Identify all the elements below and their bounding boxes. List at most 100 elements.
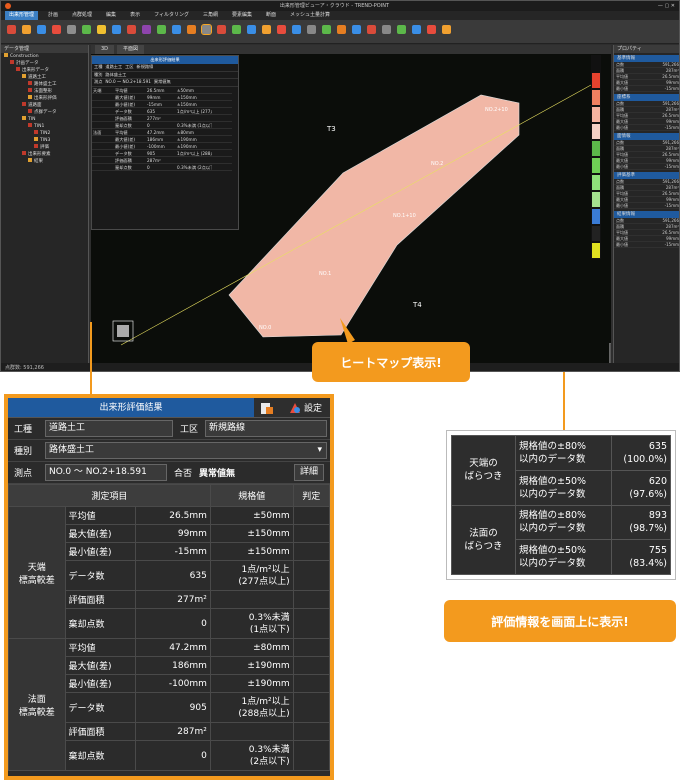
menu-tab[interactable]: 三角網: [199, 11, 222, 20]
prop-section[interactable]: 基準情報: [614, 55, 679, 62]
prop-section[interactable]: 座標系: [614, 94, 679, 101]
ribbon-tool-button[interactable]: [155, 24, 167, 39]
judge-cell: [292, 656, 331, 675]
tree-item[interactable]: 出来形要素: [1, 151, 88, 158]
menu-tab[interactable]: 計画: [44, 11, 62, 20]
ribbon-tool-button[interactable]: [380, 24, 392, 39]
variation-info-panel: 天端の ばらつき 規格値の±80% 以内のデータ数 635 (100.0%) 規格値の…: [447, 431, 675, 579]
tree-item[interactable]: 道路面: [1, 102, 88, 109]
ribbon-tool-button[interactable]: [410, 24, 422, 39]
tree-item[interactable]: 道路土工: [1, 74, 88, 81]
settings-icon: [289, 402, 300, 413]
prop-row: 最小値 -15mm: [614, 164, 679, 170]
station-range-field[interactable]: NO.0 〜 NO.2+18.591: [45, 464, 167, 481]
prop-section[interactable]: 評価基準: [614, 172, 679, 179]
legend-swatch: [591, 191, 601, 208]
tool-icon: [216, 24, 226, 34]
ribbon-tool-button[interactable]: [350, 24, 362, 39]
ribbon-tool-button[interactable]: [185, 24, 197, 39]
ribbon-tool-button[interactable]: [95, 24, 107, 39]
heatmap-connector-line: [90, 322, 92, 398]
tool-icon: [351, 24, 361, 34]
ribbon-tool-button[interactable]: [65, 24, 77, 39]
measure-value: 99mm: [135, 524, 211, 543]
tree-item[interactable]: TIN2: [1, 130, 88, 137]
standard-value: ±190mm: [209, 674, 294, 693]
prop-row: 最小値 -15mm: [614, 242, 679, 248]
tool-icon: [441, 24, 451, 34]
viewport-tab[interactable]: 3D: [95, 45, 115, 54]
ribbon-tool-button[interactable]: [80, 24, 92, 39]
tree-item[interactable]: 出来形評価: [1, 95, 88, 102]
right-panel-title: プロパティ: [614, 45, 679, 53]
ribbon-tool-button[interactable]: [170, 24, 182, 39]
ribbon-tool-button[interactable]: [305, 24, 317, 39]
ribbon-tool-button[interactable]: [110, 24, 122, 39]
tree-item[interactable]: Construction: [1, 53, 88, 60]
tree-item[interactable]: 法面整形: [1, 88, 88, 95]
ribbon-tool-button[interactable]: [320, 24, 332, 39]
ribbon-tool-button[interactable]: [215, 24, 227, 39]
ribbon-tool-button[interactable]: [125, 24, 137, 39]
detail-button[interactable]: 詳細: [294, 464, 324, 481]
section-field[interactable]: 新規路線: [205, 420, 327, 437]
info-label: 規格値の±50% 以内のデータ数: [515, 539, 612, 575]
folder-icon: [28, 81, 32, 85]
ribbon-tool-button[interactable]: [275, 24, 287, 39]
category-select[interactable]: 路体盛土工 ▾: [45, 442, 327, 459]
ribbon-tool-button[interactable]: [200, 23, 212, 39]
tree-item[interactable]: 計画データ: [1, 60, 88, 67]
export-icon[interactable]: [254, 398, 280, 417]
menu-tab[interactable]: 表示: [126, 11, 144, 20]
prop-section[interactable]: 結果情報: [614, 211, 679, 218]
tree-item[interactable]: TIN1: [1, 123, 88, 130]
menu-tab[interactable]: 出来形管理: [5, 11, 39, 20]
folder-icon: [28, 123, 32, 127]
ribbon-tool-button[interactable]: [395, 24, 407, 39]
tree-item[interactable]: 評価: [1, 144, 88, 151]
tree-item[interactable]: 点群データ: [1, 109, 88, 116]
tool-icon: [336, 24, 346, 34]
measure-label: 平均値: [64, 638, 137, 657]
ribbon-tool-button[interactable]: [35, 24, 47, 39]
ribbon-tool-button[interactable]: [20, 24, 32, 39]
3d-viewport[interactable]: T3 T4 NO.2+10 NO.2 NO.1+10 NO.1 NO.0 3D 平…: [91, 45, 611, 363]
ribbon-tool-button[interactable]: [365, 24, 377, 39]
ribbon-tool-button[interactable]: [245, 24, 257, 39]
menu-tab[interactable]: メッシュ土量計算: [286, 11, 334, 20]
ribbon-tool-button[interactable]: [260, 24, 272, 39]
work-type-field[interactable]: 道路土工: [45, 420, 173, 437]
col-item-header: 測定項目: [8, 484, 211, 507]
info-group-label: 法面の ばらつき: [451, 504, 516, 575]
tree-item[interactable]: 路体盛土工: [1, 81, 88, 88]
standard-value: [209, 722, 294, 741]
menu-tab[interactable]: 点群処理: [68, 11, 96, 20]
tool-icon: [381, 24, 391, 34]
tree-item[interactable]: TIN3: [1, 137, 88, 144]
tree-item[interactable]: 結果: [1, 158, 88, 165]
data-tree-panel: データ管理 Construction 計画データ 出来形データ 道路土工 路体盛土工 法面…: [1, 45, 89, 363]
menu-tab[interactable]: 要素編集: [228, 11, 256, 20]
label-no0: NO.0: [259, 325, 271, 331]
ribbon-tool-button[interactable]: [440, 24, 452, 39]
ribbon-tool-button[interactable]: [50, 24, 62, 39]
menu-tab[interactable]: 断面: [262, 11, 280, 20]
measure-label: データ数: [64, 692, 137, 723]
tool-icon: [291, 24, 301, 34]
menu-tab[interactable]: フィルタリング: [150, 11, 193, 20]
ribbon-tool-button[interactable]: [290, 24, 302, 39]
window-controls[interactable]: — ▢ ✕: [658, 1, 675, 11]
tool-icon: [411, 24, 421, 34]
viewport-tab[interactable]: 平面図: [117, 45, 145, 54]
prop-section[interactable]: 面情報: [614, 133, 679, 140]
ribbon-tool-button[interactable]: [230, 24, 242, 39]
ribbon-tool-button[interactable]: [425, 24, 437, 39]
tree-item[interactable]: TIN: [1, 116, 88, 123]
ribbon-tool-button[interactable]: [335, 24, 347, 39]
ribbon-tool-button[interactable]: [5, 24, 17, 39]
ribbon-tool-button[interactable]: [140, 24, 152, 39]
settings-button[interactable]: 設定: [280, 398, 330, 417]
menu-tab[interactable]: 編集: [102, 11, 120, 20]
tree-item[interactable]: 出来形データ: [1, 67, 88, 74]
tool-icon: [200, 23, 212, 35]
